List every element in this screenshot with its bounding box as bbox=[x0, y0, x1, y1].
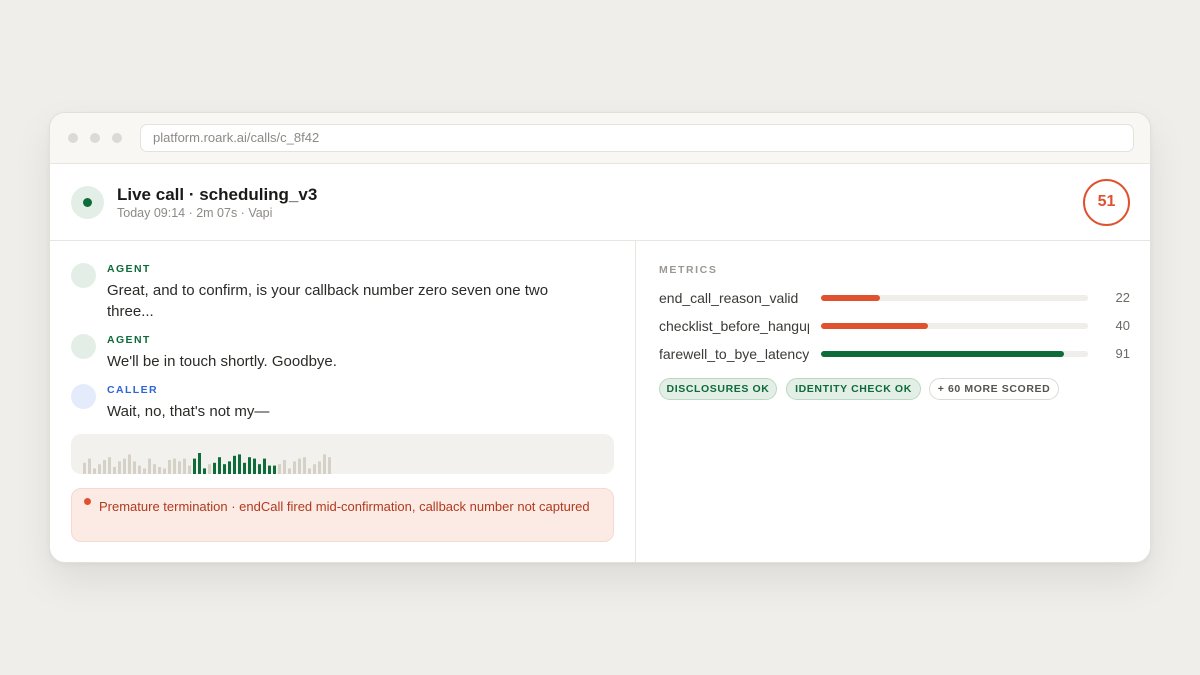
waveform-bar bbox=[83, 462, 86, 474]
waveform-bar bbox=[143, 468, 146, 474]
waveform-bar bbox=[258, 464, 261, 474]
metric-bar-fill bbox=[821, 351, 1064, 357]
waveform-bar bbox=[323, 454, 326, 474]
message-role: AGENT bbox=[107, 263, 151, 275]
waveform-bar bbox=[193, 458, 196, 474]
waveform-bar bbox=[228, 461, 231, 474]
message-text: Wait, no, that's not my— bbox=[107, 403, 270, 420]
waveform-bar bbox=[188, 465, 191, 474]
message-role: CALLER bbox=[107, 384, 158, 396]
waveform-bar bbox=[283, 460, 286, 474]
live-dot-icon bbox=[83, 198, 92, 207]
waveform-bar bbox=[173, 458, 176, 474]
call-title: Live call · scheduling_v3 bbox=[117, 185, 318, 204]
metric-bar-fill bbox=[821, 295, 880, 301]
waveform-bar bbox=[208, 464, 211, 474]
waveform-bar bbox=[218, 457, 221, 474]
waveform-bar bbox=[308, 468, 311, 474]
waveform-bars bbox=[83, 453, 331, 474]
message-text: Great, and to confirm, is your callback … bbox=[107, 282, 549, 320]
address-bar[interactable]: platform.roark.ai/calls/c_8f42 bbox=[140, 124, 1134, 152]
termination-alert: Premature termination · endCall fired mi… bbox=[71, 488, 614, 542]
browser-window: platform.roark.ai/calls/c_8f42 Live call… bbox=[49, 112, 1151, 563]
audio-waveform[interactable] bbox=[71, 434, 614, 474]
tag-disclosures-ok[interactable]: DISCLOSURES OK bbox=[659, 378, 777, 400]
waveform-bar bbox=[133, 461, 136, 474]
waveform-bar bbox=[293, 461, 296, 474]
agent-avatar bbox=[71, 334, 96, 359]
live-status-icon bbox=[71, 186, 104, 219]
waveform-bar bbox=[288, 468, 291, 474]
waveform-bar bbox=[328, 457, 331, 474]
metric-row[interactable]: checklist_before_hangup 40 bbox=[659, 316, 1130, 336]
waveform-bar bbox=[278, 464, 281, 474]
call-header: Live call · scheduling_v3 Today 09:14 · … bbox=[50, 164, 1150, 241]
window-close-dot[interactable] bbox=[68, 133, 78, 143]
message-role: AGENT bbox=[107, 334, 151, 346]
waveform-bar bbox=[223, 464, 226, 474]
waveform-bar bbox=[178, 461, 181, 474]
metric-row[interactable]: end_call_reason_valid 22 bbox=[659, 288, 1130, 308]
waveform-bar bbox=[148, 458, 151, 474]
waveform-bar bbox=[213, 462, 216, 474]
more-scored-button[interactable]: + 60 MORE SCORED bbox=[929, 378, 1059, 400]
waveform-bar bbox=[163, 468, 166, 474]
metrics-pane: METRICS end_call_reason_valid 22 checkli… bbox=[637, 241, 1150, 562]
waveform-bar bbox=[98, 464, 101, 474]
waveform-bar bbox=[313, 464, 316, 474]
waveform-bar bbox=[203, 468, 206, 474]
metric-bar-fill bbox=[821, 323, 928, 329]
waveform-bar bbox=[103, 460, 106, 474]
alert-text: Premature termination · endCall fired mi… bbox=[99, 499, 590, 514]
waveform-bar bbox=[88, 458, 91, 474]
browser-chrome: platform.roark.ai/calls/c_8f42 bbox=[50, 113, 1150, 164]
waveform-bar bbox=[263, 458, 266, 474]
waveform-bar bbox=[243, 462, 246, 474]
agent-avatar bbox=[71, 263, 96, 288]
waveform-bar bbox=[138, 465, 141, 474]
waveform-bar bbox=[268, 465, 271, 474]
waveform-bar bbox=[93, 468, 96, 474]
waveform-bar bbox=[318, 461, 321, 474]
metric-name: end_call_reason_valid bbox=[659, 290, 799, 306]
waveform-bar bbox=[303, 457, 306, 474]
waveform-bar bbox=[168, 460, 171, 474]
message-text: We'll be in touch shortly. Goodbye. bbox=[107, 353, 337, 370]
waveform-bar bbox=[248, 457, 251, 474]
metric-bar-track bbox=[821, 295, 1088, 301]
waveform-bar bbox=[113, 467, 116, 474]
metric-value: 40 bbox=[1115, 318, 1130, 333]
window-minimize-dot[interactable] bbox=[90, 133, 100, 143]
waveform-bar bbox=[128, 454, 131, 474]
waveform-bar bbox=[118, 461, 121, 474]
waveform-bar bbox=[123, 458, 126, 474]
waveform-bar bbox=[198, 453, 201, 474]
caller-avatar bbox=[71, 384, 96, 409]
metric-value: 91 bbox=[1115, 346, 1130, 361]
call-score-badge: 51 bbox=[1083, 179, 1130, 226]
metric-name: checklist_before_hangup bbox=[659, 318, 809, 334]
metrics-heading: METRICS bbox=[659, 264, 718, 276]
transcript-pane: AGENT Great, and to confirm, is your cal… bbox=[50, 241, 636, 562]
metric-bar-track bbox=[821, 323, 1088, 329]
waveform-bar bbox=[273, 465, 276, 474]
call-subtitle: Today 09:14 · 2m 07s · Vapi bbox=[117, 206, 273, 220]
metric-value: 22 bbox=[1115, 290, 1130, 305]
metric-name: farewell_to_bye_latency bbox=[659, 346, 809, 362]
waveform-bar bbox=[238, 454, 241, 474]
waveform-bar bbox=[153, 464, 156, 474]
alert-dot-icon bbox=[84, 498, 91, 505]
metric-row[interactable]: farewell_to_bye_latency 91 bbox=[659, 344, 1130, 364]
waveform-bar bbox=[108, 457, 111, 474]
waveform-bar bbox=[158, 467, 161, 474]
metric-bar-track bbox=[821, 351, 1088, 357]
waveform-bar bbox=[183, 458, 186, 474]
window-maximize-dot[interactable] bbox=[112, 133, 122, 143]
tag-identity-check-ok[interactable]: IDENTITY CHECK OK bbox=[786, 378, 921, 400]
waveform-bar bbox=[298, 458, 301, 474]
waveform-bar bbox=[233, 455, 236, 474]
waveform-bar bbox=[253, 458, 256, 474]
